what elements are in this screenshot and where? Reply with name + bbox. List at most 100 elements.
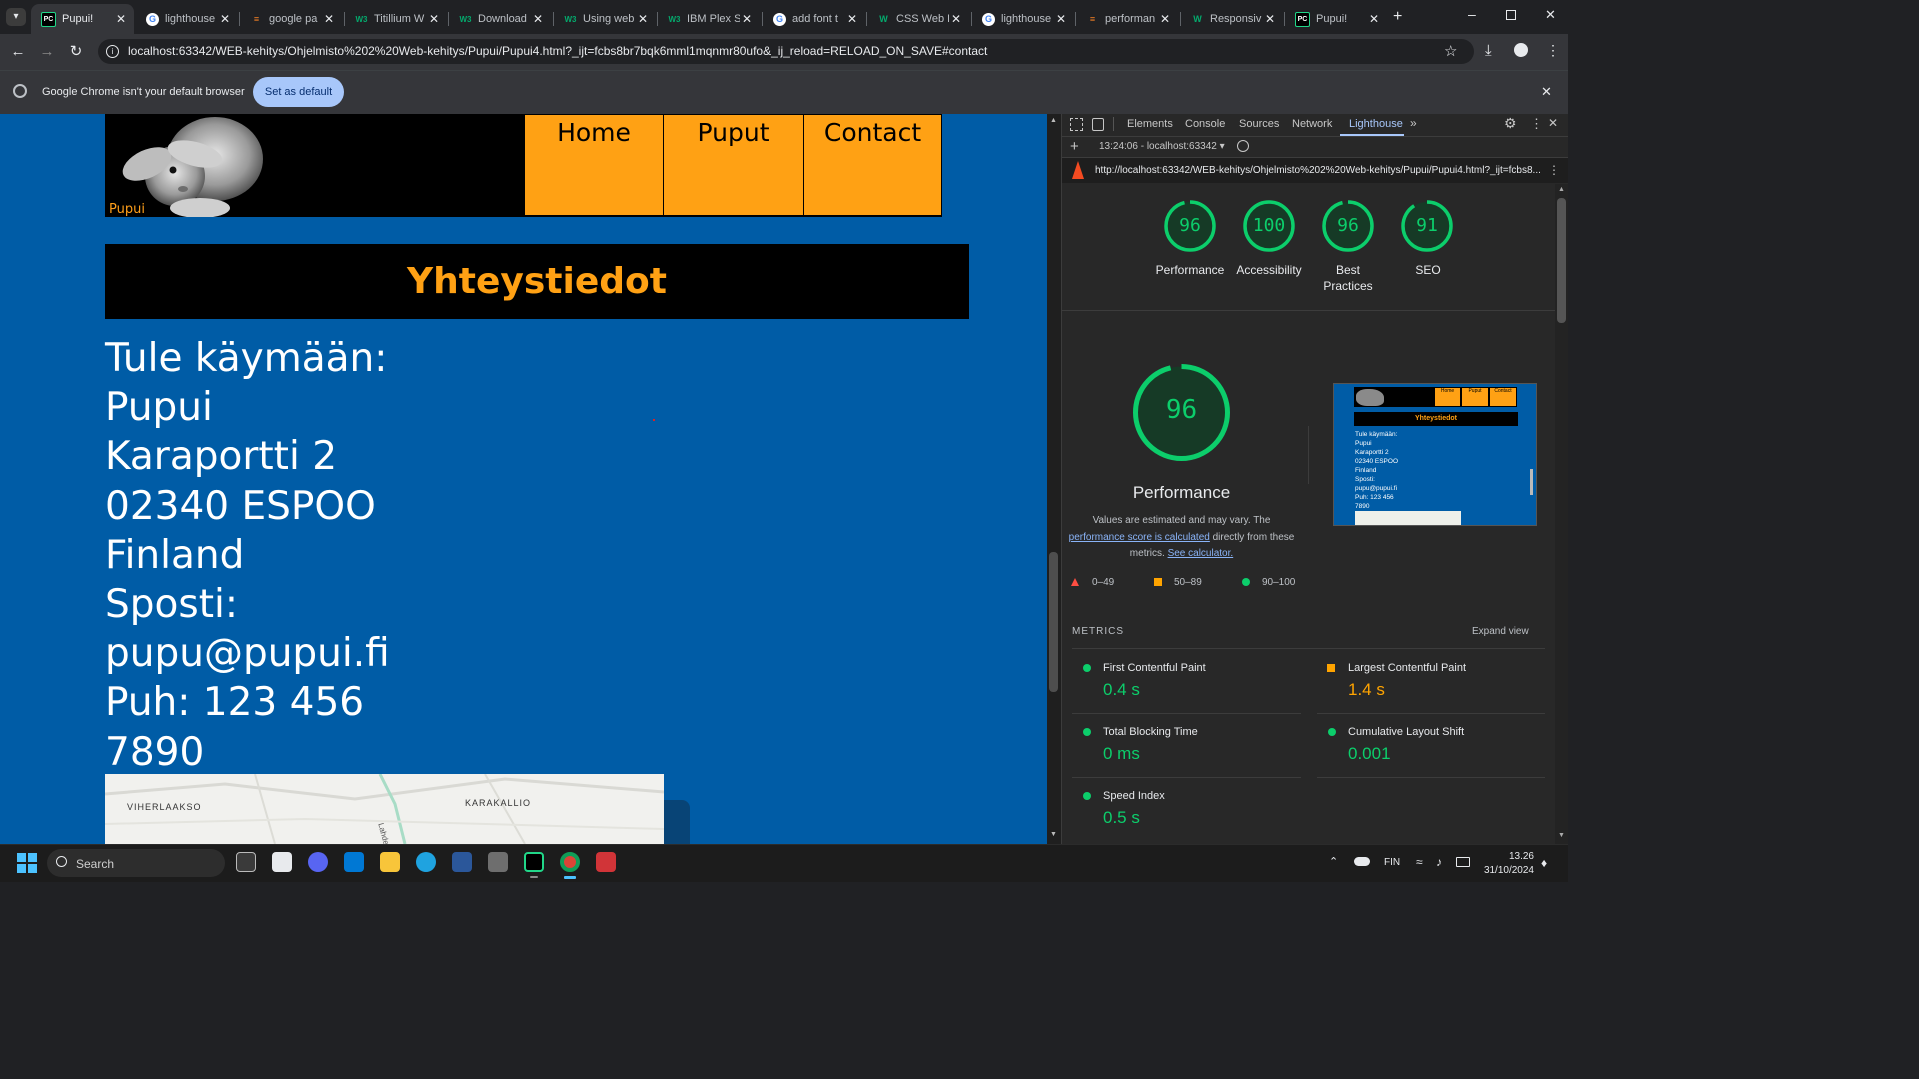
tab-google-pa[interactable]: ≡ google pa ✕ [240,4,342,34]
tab-pupui-2[interactable]: PC Pupui! ✕ [1285,4,1387,34]
notification-bell-icon[interactable]: ♦ [1541,856,1547,870]
language-indicator[interactable]: FIN [1384,857,1400,868]
devtools-scroll-thumb[interactable] [1557,198,1566,323]
restore-icon[interactable] [1506,10,1516,20]
nav-puput[interactable]: Puput [663,114,804,216]
calculator-icon[interactable] [488,852,508,872]
tab-ibm-plex[interactable]: W3 IBM Plex S ✕ [658,4,760,34]
tab-network[interactable]: Network [1292,118,1332,130]
task-view-icon[interactable] [236,852,256,872]
nav-contact[interactable]: Contact [803,114,942,216]
close-icon[interactable]: ✕ [427,12,441,26]
scroll-down-icon[interactable]: ▼ [1050,831,1057,838]
close-icon[interactable]: ✕ [845,12,859,26]
file-explorer-icon[interactable] [380,852,400,872]
close-icon[interactable]: ✕ [322,12,336,26]
w3schools-icon: W3 [564,14,577,24]
tab-lighthouse-devtools[interactable]: Lighthouse [1349,118,1403,130]
new-report-icon[interactable]: + [1070,138,1079,155]
onedrive-icon[interactable] [1354,857,1370,866]
tab-sources[interactable]: Sources [1239,118,1279,130]
tab-responsive[interactable]: W Responsiv ✕ [1181,4,1283,34]
back-icon[interactable]: ← [9,43,27,61]
tab-using-web[interactable]: W3 Using web ✕ [554,4,656,34]
close-icon[interactable]: ✕ [949,12,963,26]
report-url[interactable]: http://localhost:63342/WEB-kehitys/Ohjel… [1095,165,1540,176]
devtools-scroll-down-icon[interactable]: ▼ [1558,832,1565,839]
close-icon[interactable]: ✕ [1263,12,1277,26]
forward-icon[interactable]: → [38,43,56,61]
devtools-scroll-up-icon[interactable]: ▲ [1558,186,1565,193]
bookmark-star-icon[interactable]: ☆ [1444,42,1457,60]
edge-icon[interactable] [416,852,436,872]
wifi-icon[interactable]: ≈ [1416,855,1423,869]
score-performance[interactable]: 96 [1162,215,1218,236]
profile-icon[interactable] [1514,43,1528,57]
tab-elements[interactable]: Elements [1127,118,1173,130]
clear-icon[interactable] [1237,140,1249,152]
page-screenshot-thumbnail[interactable]: Home Puput Contact Yhteystiedot Tule käy… [1333,383,1537,526]
tab-lighthouse-2[interactable]: G lighthouse ✕ [972,4,1074,34]
close-icon[interactable]: ✕ [1158,12,1172,26]
battery-icon[interactable] [1456,857,1470,867]
close-icon[interactable]: ✕ [218,12,232,26]
clock-date[interactable]: 31/10/2024 [1474,865,1534,876]
inspect-icon[interactable] [1070,118,1083,131]
performance-score-link[interactable]: performance score is calculated [1069,532,1210,543]
tab-download[interactable]: W3 Download ✕ [449,4,551,34]
tab-titillium[interactable]: W3 Titillium W ✕ [345,4,447,34]
tab-search-button[interactable]: ▾ [6,8,26,26]
chrome-taskbar-icon[interactable] [560,852,580,872]
tab-css-web-f[interactable]: W CSS Web F ✕ [867,4,969,34]
gauge-label-best-practices: Best Practices [1323,263,1373,293]
taskbar-search[interactable] [47,849,225,877]
more-tabs-icon[interactable]: » [1410,116,1417,130]
new-tab-icon[interactable]: + [1393,8,1402,26]
outlook-icon[interactable] [344,852,364,872]
pycharm-taskbar-icon[interactable] [524,852,544,872]
settings-gear-icon[interactable]: ⚙ [1504,115,1517,132]
minimize-icon[interactable]: – [1468,6,1476,22]
score-accessibility[interactable]: 100 [1241,215,1297,236]
devtools-menu-icon[interactable]: ⋮ [1530,116,1543,132]
close-icon[interactable]: ✕ [114,12,128,26]
tab-add-font[interactable]: G add font t ✕ [763,4,865,34]
close-icon[interactable]: ✕ [740,12,754,26]
close-icon[interactable]: ✕ [636,12,650,26]
close-icon[interactable]: ✕ [1367,12,1381,26]
powershell-icon[interactable] [452,852,472,872]
scroll-up-icon[interactable]: ▲ [1050,117,1057,124]
volume-icon[interactable]: ♪ [1436,855,1442,869]
discord-icon[interactable] [308,852,328,872]
tab-console[interactable]: Console [1185,118,1225,130]
clock-time[interactable]: 13.26 [1484,851,1534,862]
microsoft-store-icon[interactable] [272,852,292,872]
set-as-default-button[interactable]: Set as default [253,77,344,107]
score-seo[interactable]: 91 [1399,215,1455,236]
embedded-map[interactable]: VIHERLAAKSO KARAKALLIO Lahdent [105,774,664,844]
nav-home[interactable]: Home [524,114,664,216]
score-best-practices[interactable]: 96 [1320,215,1376,236]
reload-icon[interactable]: ↻ [67,43,85,61]
site-info-icon[interactable]: i [106,45,119,58]
window-close-icon[interactable]: ✕ [1545,7,1556,23]
report-menu-icon[interactable]: ⋮ [1548,163,1560,177]
tab-pupui[interactable]: PC Pupui! ✕ [31,4,134,34]
page-scrollbar[interactable] [1047,114,1061,844]
windows-start-icon[interactable] [17,853,37,873]
expand-view-button[interactable]: Expand view [1472,626,1529,637]
see-calculator-link[interactable]: See calculator. [1168,548,1234,559]
close-icon[interactable]: ✕ [531,12,545,26]
page-scroll-thumb[interactable] [1049,552,1058,692]
show-hidden-icons-icon[interactable]: ⌃ [1329,855,1338,868]
snipping-tool-icon[interactable] [596,852,616,872]
infobar-close-icon[interactable]: ✕ [1541,84,1552,100]
report-select[interactable]: 13:24:06 - localhost:63342 ▾ [1099,141,1225,152]
device-toggle-icon[interactable] [1092,118,1104,131]
download-icon[interactable]: ⤓ [1485,42,1492,59]
close-icon[interactable]: ✕ [1054,12,1068,26]
tab-performance[interactable]: ≡ performan ✕ [1076,4,1178,34]
devtools-close-icon[interactable]: ✕ [1548,116,1558,130]
tab-lighthouse[interactable]: G lighthouse ✕ [136,4,238,34]
menu-kebab-icon[interactable]: ⋮ [1546,42,1560,59]
